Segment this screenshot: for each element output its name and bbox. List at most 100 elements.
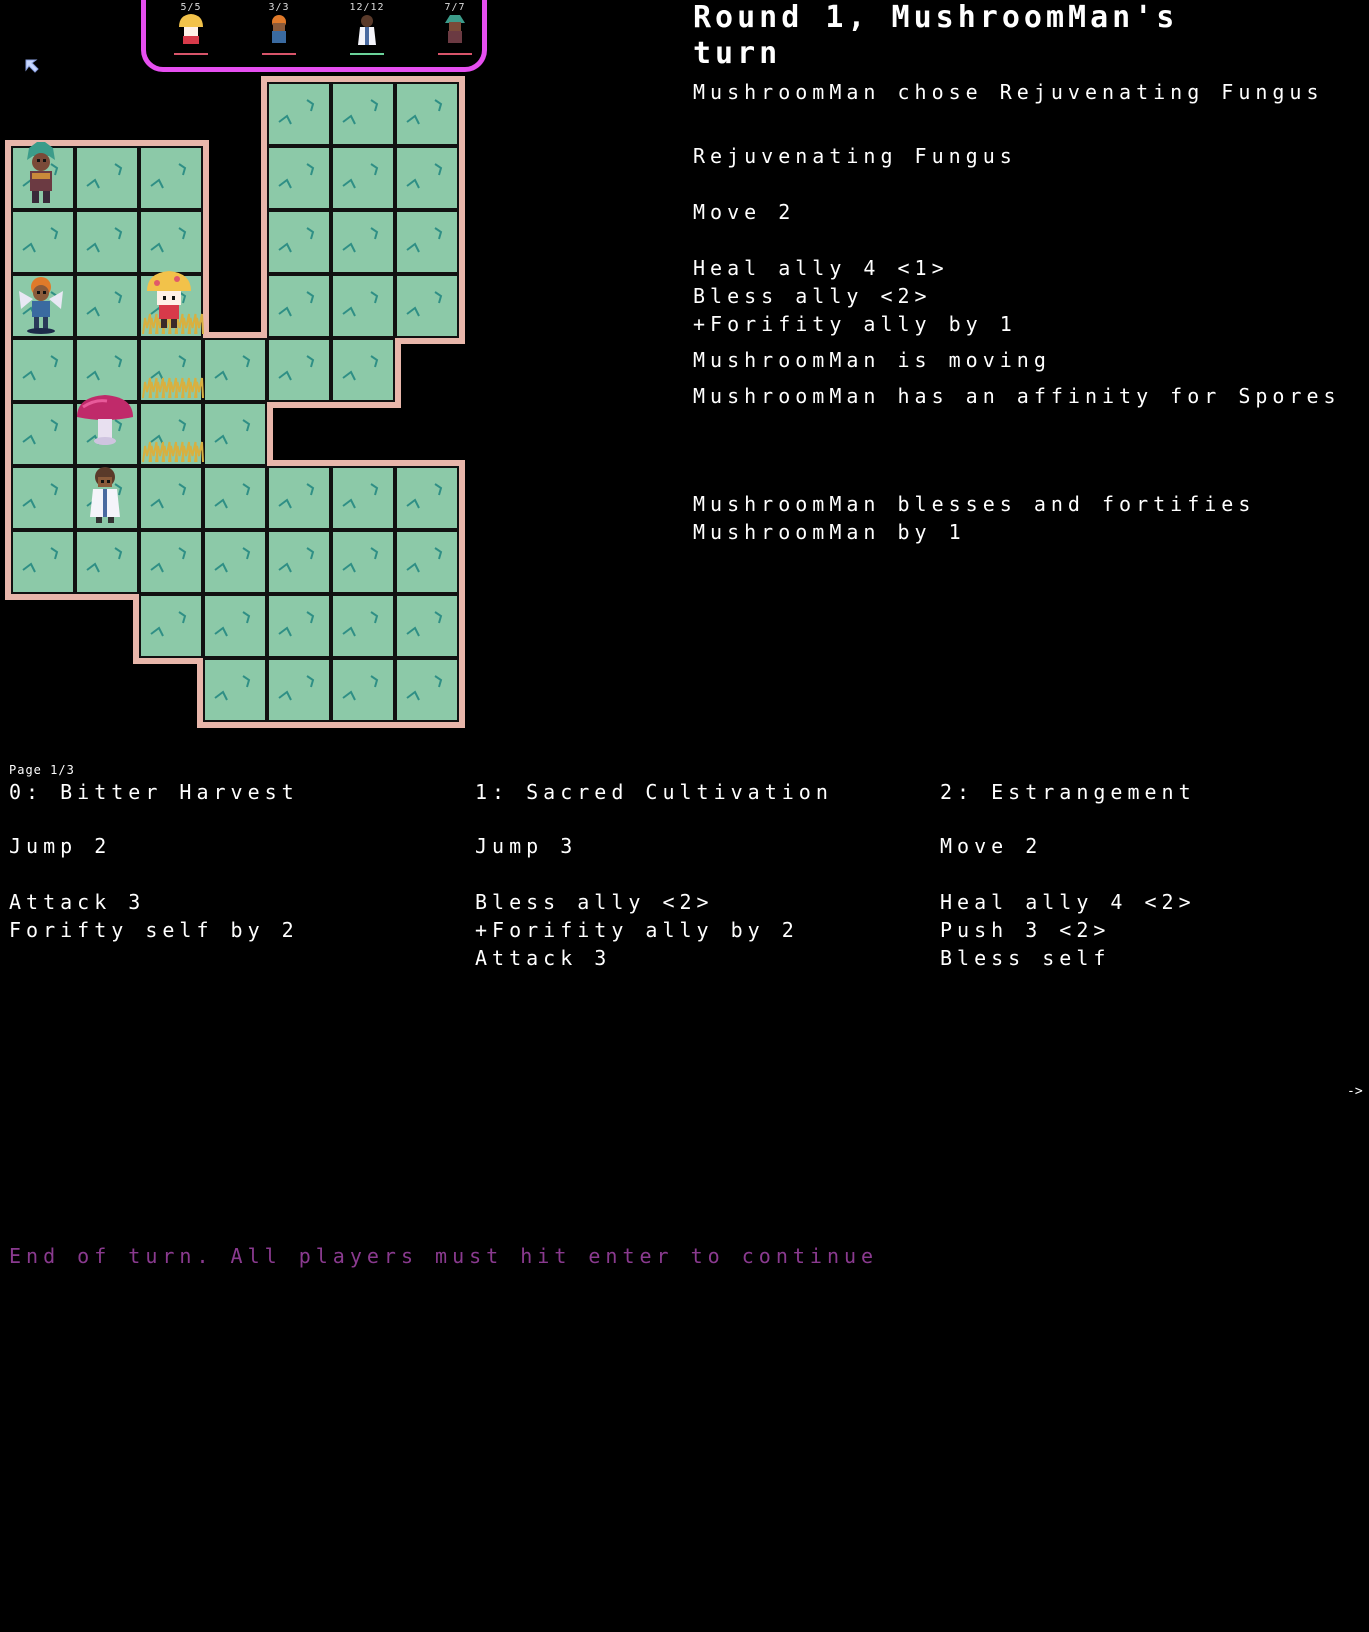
floor-tile[interactable] [331,530,395,594]
floor-tile[interactable] [395,658,459,722]
robed-portrait-icon [358,15,376,45]
floor-tile[interactable] [267,82,331,146]
teal-portrait-icon [445,15,465,43]
floor-tile[interactable] [331,466,395,530]
hp-underline [350,53,384,55]
ability-card-2[interactable]: 2: Estrangement Move 2 Heal ally 4 <2> P… [940,780,1340,972]
log-card-name: Rejuvenating Fungus [693,144,1017,168]
turn-slot-robed[interactable]: 12/12 [342,2,392,55]
card-effect: +Forifity ally by 2 [475,918,799,942]
floor-tile[interactable] [75,274,139,338]
floor-tile[interactable] [139,146,203,210]
card-move: Move 2 [940,834,1043,858]
ability-card-1[interactable]: 1: Sacred Cultivation Jump 3 Bless ally … [475,780,915,972]
card-effect: Attack 3 [9,890,146,914]
floor-tile[interactable] [203,402,267,466]
log-chose: MushroomMan chose Rejuvenating Fungus [693,80,1324,104]
floor-tile[interactable] [267,274,331,338]
floor-tile[interactable] [395,82,459,146]
floor-tile[interactable] [267,210,331,274]
card-effect: Attack 3 [475,946,612,970]
card-effect: Forifty self by 2 [9,918,299,942]
floor-tile[interactable] [267,530,331,594]
floor-tile[interactable] [203,466,267,530]
game-board[interactable] [0,0,470,735]
round-title-line1: Round 1, MushroomMan's [693,0,1179,35]
log-moving: MushroomMan is moving [693,348,1051,372]
card-move: Jump 2 [9,834,112,858]
log-result-line2: MushroomMan by 1 [693,520,966,544]
floor-tile[interactable] [11,530,75,594]
card-title: 0: Bitter Harvest [9,780,299,804]
log-card-move: Move 2 [693,200,796,224]
floor-tile[interactable] [75,338,139,402]
floor-tile[interactable] [395,146,459,210]
floor-tile[interactable] [203,658,267,722]
card-effect: Push 3 <2> [940,918,1111,942]
floor-tile[interactable] [331,146,395,210]
end-of-turn-message: End of turn. All players must hit enter … [9,1244,879,1268]
mouse-cursor-icon [25,59,39,73]
floor-tile[interactable] [203,530,267,594]
floor-tile[interactable] [267,594,331,658]
card-title: 1: Sacred Cultivation [475,780,833,804]
floor-tile[interactable] [267,338,331,402]
fox-portrait-icon [272,15,286,43]
page-indicator: Page 1/3 [9,763,75,777]
card-effect: Heal ally 4 <2> [940,890,1196,914]
hp-underline [438,53,472,55]
floor-tile[interactable] [331,82,395,146]
card-effect: Bless self [940,946,1111,970]
floor-tile[interactable] [267,658,331,722]
hp-label: 5/5 [180,2,202,13]
floor-tile[interactable] [203,338,267,402]
floor-tile[interactable] [75,146,139,210]
hp-underline [262,53,296,55]
log-card-effect-3: +Forifity ally by 1 [693,312,1017,336]
turn-slot-mushroom[interactable]: 5/5 [166,2,216,55]
floor-tile[interactable] [139,594,203,658]
log-result-line1: MushroomMan blesses and fortifies [693,492,1256,516]
turn-slot-teal[interactable]: 7/7 [430,2,480,55]
next-page-arrow[interactable]: -> [1347,1084,1363,1099]
card-effect: Bless ally <2> [475,890,714,914]
floor-tile[interactable] [139,466,203,530]
card-move: Jump 3 [475,834,578,858]
floor-tile[interactable] [395,466,459,530]
floor-tile[interactable] [395,274,459,338]
floor-tile[interactable] [331,274,395,338]
floor-tile[interactable] [331,658,395,722]
floor-tile[interactable] [75,210,139,274]
floor-tile[interactable] [75,530,139,594]
log-card-effect-1: Heal ally 4 <1> [693,256,949,280]
floor-tile[interactable] [11,338,75,402]
log-card-effect-2: Bless ally <2> [693,284,932,308]
hp-label: 7/7 [444,2,466,13]
floor-tile[interactable] [395,530,459,594]
floor-tile[interactable] [395,594,459,658]
log-affinity: MushroomMan has an affinity for Spores [693,384,1341,408]
floor-tile[interactable] [331,338,395,402]
floor-tile[interactable] [395,210,459,274]
floor-tile[interactable] [331,594,395,658]
hp-underline [174,53,208,55]
turn-order-bar: 5/5 3/3 12/12 7/7 [141,0,487,72]
floor-tile[interactable] [11,402,75,466]
round-title-line2: turn [693,36,782,71]
floor-tile[interactable] [267,466,331,530]
board-tiles[interactable] [11,82,459,722]
turn-slot-fox[interactable]: 3/3 [254,2,304,55]
card-title: 2: Estrangement [940,780,1196,804]
floor-tile[interactable] [11,466,75,530]
floor-tile[interactable] [139,210,203,274]
ability-card-0[interactable]: 0: Bitter Harvest Jump 2 Attack 3 Forift… [9,780,449,944]
floor-tile[interactable] [203,594,267,658]
hp-label: 3/3 [268,2,290,13]
action-log-panel: Round 1, MushroomMan's turn [693,0,1353,72]
mushroom-portrait-icon [179,14,203,44]
floor-tile[interactable] [331,210,395,274]
floor-tile[interactable] [139,530,203,594]
floor-tile[interactable] [267,146,331,210]
floor-tile[interactable] [11,210,75,274]
hp-label: 12/12 [349,2,385,13]
